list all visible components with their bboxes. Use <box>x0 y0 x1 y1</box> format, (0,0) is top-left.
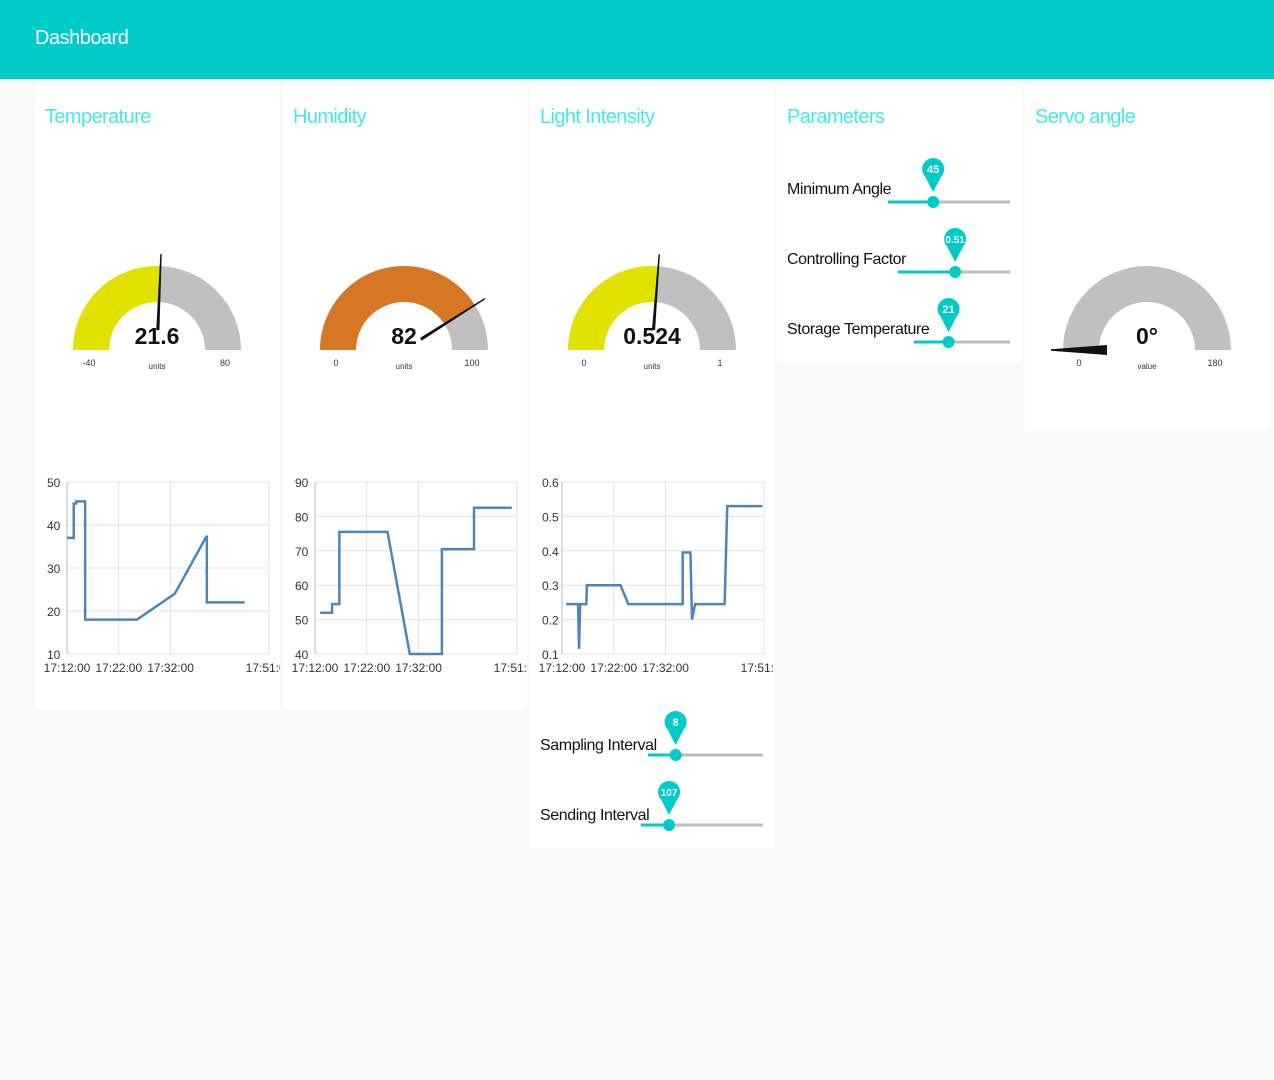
chart-grid <box>66 481 270 655</box>
sampling-interval-slider[interactable]: 8 <box>648 701 763 771</box>
gauge-max-label: 80 <box>220 358 230 368</box>
slider-label: Storage Temperature <box>787 321 930 338</box>
servo-gauge: 0° value 0 180 <box>1051 266 1231 371</box>
slider-row-controlling-factor: Controlling Factor 0.51 <box>777 218 1022 288</box>
y-tick-label: 40 <box>47 519 61 533</box>
interval-sliders: Sampling Interval 8 Sending Interval 107 <box>530 701 774 841</box>
humidity-chart: 40 50 60 70 80 90 17:12:00 17:22:00 17:32:00 17:5… <box>292 476 527 675</box>
light-card: Light Intensity 0.524 units 0 1 0.1 0.2 0.3 0.… <box>530 86 774 848</box>
x-tick-label: 17:32:00 <box>147 661 194 675</box>
storage-temperature-slider[interactable]: 21 <box>914 288 1010 358</box>
slider-row-sampling: Sampling Interval 8 <box>530 701 774 771</box>
y-tick-label: 10 <box>47 648 61 662</box>
x-tick-label: 17:22:00 <box>590 661 637 675</box>
card-title-parameters: Parameters <box>787 106 885 128</box>
sending-interval-slider[interactable]: 107 <box>641 771 763 841</box>
chart-grid <box>561 481 765 655</box>
y-tick-label: 20 <box>47 605 61 619</box>
x-tick-label: 17:32:00 <box>642 661 689 675</box>
slider-row-storage-temperature: Storage Temperature 21 <box>777 288 1022 358</box>
series-line <box>320 506 512 656</box>
temperature-chart: 10 20 30 40 50 17:12:00 17:22:00 17:32:00 17:51:… <box>44 476 280 675</box>
gauge-units: units <box>644 362 661 371</box>
slider-thumb[interactable] <box>669 749 682 761</box>
card-title-humidity: Humidity <box>293 106 367 128</box>
slider-label: Sampling Interval <box>540 737 657 754</box>
parameters-card: Parameters Minimum Angle 45 Controlling … <box>777 86 1022 362</box>
gauge-max-label: 100 <box>464 358 479 368</box>
gauge-max-label: 1 <box>717 358 722 368</box>
card-title-temperature: Temperature <box>45 106 151 128</box>
gauge-units: units <box>149 362 166 371</box>
x-tick-label: 17:32:00 <box>395 661 442 675</box>
y-tick-label: 50 <box>47 476 61 490</box>
y-tick-label: 0.2 <box>542 614 559 628</box>
y-tick-label: 0.6 <box>542 476 559 490</box>
humidity-gauge: 82 units 0 100 <box>320 265 488 371</box>
slider-thumb[interactable] <box>942 336 955 348</box>
gauge-value: 82 <box>391 323 417 349</box>
page-title: Dashboard <box>35 27 129 49</box>
gauge-units: value <box>1137 362 1157 371</box>
temperature-card: Temperature 21.6 units -40 80 10 20 30 40 50 17:… <box>35 86 280 710</box>
top-bar: Dashboard <box>0 0 1274 79</box>
y-tick-label: 40 <box>295 648 309 662</box>
gauge-value: 21.6 <box>135 323 180 349</box>
y-tick-label: 50 <box>295 614 309 628</box>
slider-thumb[interactable] <box>949 266 962 278</box>
series-line <box>566 504 763 649</box>
card-title-servo: Servo angle <box>1035 106 1136 128</box>
humidity-card: Humidity 82 units 0 100 40 50 60 70 80 90 17:12:0… <box>283 86 527 710</box>
gauge-units: units <box>396 362 413 371</box>
gauge-value: 0.524 <box>623 323 681 349</box>
series-line <box>67 500 245 621</box>
x-tick-label: 17:12:00 <box>539 661 586 675</box>
slider-value: 21 <box>942 304 954 316</box>
servo-card: Servo angle 0° value 0 180 <box>1025 86 1270 431</box>
light-chart: 0.1 0.2 0.3 0.4 0.5 0.6 17:12:00 17:22:00 17:32:… <box>539 476 774 675</box>
temperature-gauge: 21.6 units -40 80 <box>73 254 241 371</box>
slider-thumb[interactable] <box>663 819 676 831</box>
y-tick-label: 70 <box>295 545 309 559</box>
slider-value: 0.51 <box>945 235 965 246</box>
y-tick-label: 0.5 <box>542 510 559 524</box>
light-gauge: 0.524 units 0 1 <box>568 254 736 371</box>
slider-value: 45 <box>927 164 939 176</box>
gauge-max-label: 180 <box>1207 358 1222 368</box>
y-tick-label: 80 <box>295 510 309 524</box>
controlling-factor-slider[interactable]: 0.51 <box>898 218 1010 288</box>
x-tick-label: 17:22:00 <box>95 661 142 675</box>
y-tick-label: 0.4 <box>542 545 559 559</box>
y-tick-label: 60 <box>295 579 309 593</box>
slider-thumb[interactable] <box>927 196 940 208</box>
slider-label: Sending Interval <box>540 807 650 824</box>
slider-row-sending: Sending Interval 107 <box>530 771 774 841</box>
x-tick-label: 17:12:00 <box>292 661 339 675</box>
gauge-min-label: 0 <box>581 358 586 368</box>
minimum-angle-slider[interactable]: 45 <box>888 148 1010 218</box>
gauge-value: 0° <box>1136 323 1158 349</box>
gauge-min-label: -40 <box>82 358 95 368</box>
x-tick-label: 17:22:00 <box>343 661 390 675</box>
card-title-light: Light Intensity <box>540 106 655 128</box>
y-tick-label: 0.1 <box>542 648 559 662</box>
gauge-min-label: 0 <box>333 358 338 368</box>
x-tick-label: 17:51:00 <box>246 661 280 675</box>
slider-row-minimum-angle: Minimum Angle 45 <box>777 148 1022 218</box>
y-tick-label: 30 <box>47 562 61 576</box>
slider-label: Minimum Angle <box>787 181 892 198</box>
slider-value: 8 <box>673 717 679 729</box>
y-tick-label: 90 <box>295 476 309 490</box>
slider-label: Controlling Factor <box>787 251 907 268</box>
slider-value: 107 <box>661 788 678 799</box>
x-tick-label: 17:12:00 <box>44 661 91 675</box>
y-tick-label: 0.3 <box>542 579 559 593</box>
x-tick-label: 17:51:00 <box>494 661 527 675</box>
gauge-min-label: 0 <box>1076 358 1081 368</box>
x-tick-label: 17:51:00 <box>741 661 774 675</box>
